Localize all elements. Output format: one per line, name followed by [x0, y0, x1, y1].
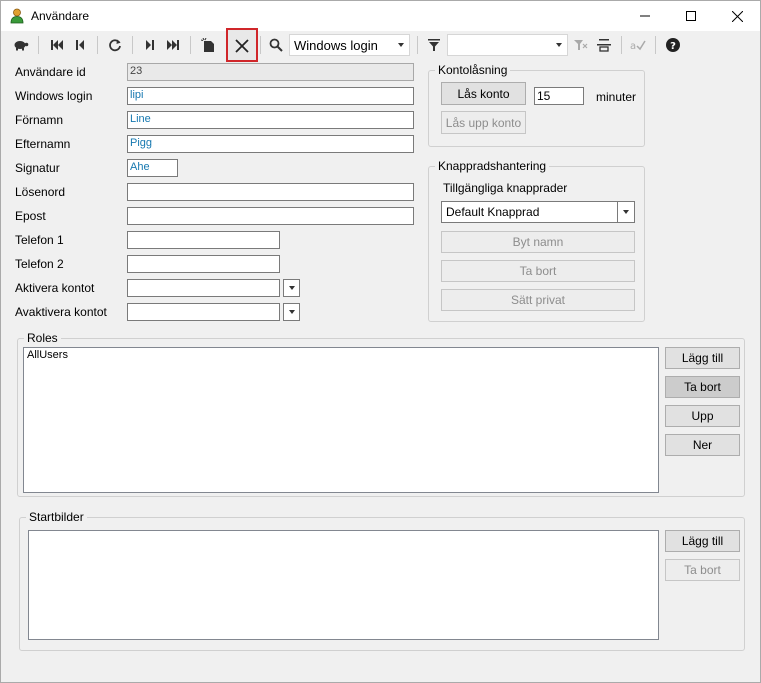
spell-check-icon: a: [630, 40, 646, 52]
strikethrough-icon: [597, 39, 611, 52]
turtle-button[interactable]: [10, 34, 32, 56]
activate-account-field[interactable]: [127, 279, 280, 297]
set-private-button[interactable]: Sätt privat: [441, 289, 635, 311]
label-deactivate-account: Avaktivera kontot: [15, 305, 107, 319]
chevron-down-icon: [288, 310, 295, 314]
signature-field[interactable]: Ahe: [127, 159, 178, 177]
turtle-icon: [14, 41, 29, 51]
label-first-name: Förnamn: [15, 113, 64, 127]
user-icon: [10, 8, 24, 24]
search-icon: [269, 38, 283, 52]
new-document-icon: [201, 37, 214, 52]
first-record-icon: [51, 40, 63, 50]
list-item[interactable]: AllUsers: [24, 348, 658, 362]
spell-check-button[interactable]: a: [627, 34, 649, 56]
unlock-account-button[interactable]: Lås upp konto: [441, 111, 526, 134]
svg-text:?: ?: [670, 41, 676, 52]
refresh-icon: [109, 39, 121, 52]
last-record-button[interactable]: [162, 34, 184, 56]
activate-date-dropdown[interactable]: [283, 279, 300, 297]
label-email: Epost: [15, 209, 46, 223]
help-icon: ?: [666, 38, 680, 52]
delete-record-button[interactable]: [226, 28, 258, 62]
label-activate-account: Aktivera kontot: [15, 281, 95, 295]
title-bar: Användare: [1, 1, 760, 31]
start-images-list[interactable]: [28, 530, 659, 640]
label-user-id: Användare id: [15, 65, 86, 79]
roles-list[interactable]: AllUsers: [23, 347, 659, 493]
filter-button[interactable]: [423, 34, 445, 56]
maximize-icon: [686, 11, 696, 21]
filter-icon: [428, 39, 440, 51]
minutes-label: minuter: [596, 90, 637, 104]
delete-button-row-button[interactable]: Ta bort: [441, 260, 635, 282]
clear-filter-button[interactable]: [570, 34, 592, 56]
phone-2-field[interactable]: [127, 255, 280, 273]
filter-select[interactable]: [447, 34, 568, 56]
button-row-select[interactable]: Default Knapprad: [441, 201, 635, 223]
last-record-icon: [167, 40, 179, 50]
remove-start-image-button[interactable]: Ta bort: [665, 559, 740, 581]
strikethrough-button[interactable]: [593, 34, 615, 56]
window-title: Användare: [31, 9, 90, 23]
move-up-button[interactable]: Upp: [665, 405, 740, 427]
user-window: Användare Windows login a ? Användare id…: [0, 0, 761, 683]
minimize-icon: [640, 15, 650, 17]
chevron-down-icon: [551, 35, 567, 55]
cross-icon: [235, 39, 249, 53]
start-images-title: Startbilder: [26, 510, 87, 524]
roles-title: Roles: [24, 331, 61, 345]
account-lock-title: Kontolåsning: [435, 63, 511, 77]
label-windows-login: Windows login: [15, 89, 93, 103]
add-start-image-button[interactable]: Lägg till: [665, 530, 740, 552]
first-name-field[interactable]: Line: [127, 111, 414, 129]
windows-login-field[interactable]: lipi: [127, 87, 414, 105]
previous-record-button[interactable]: [69, 34, 91, 56]
label-signature: Signatur: [15, 161, 60, 175]
maximize-button[interactable]: [668, 1, 714, 31]
help-button[interactable]: ?: [662, 34, 684, 56]
previous-record-icon: [76, 40, 84, 50]
password-field[interactable]: [127, 183, 414, 201]
rename-button[interactable]: Byt namn: [441, 231, 635, 253]
first-record-button[interactable]: [46, 34, 68, 56]
refresh-button[interactable]: [104, 34, 126, 56]
search-field-value: Windows login: [294, 37, 378, 53]
move-down-button[interactable]: Ner: [665, 434, 740, 456]
available-button-rows-label: Tillgängliga knapprader: [443, 181, 568, 195]
close-icon: [731, 10, 743, 22]
next-record-button[interactable]: [139, 34, 161, 56]
minimize-button[interactable]: [622, 1, 668, 31]
user-id-field: 23: [127, 63, 414, 81]
last-name-field[interactable]: Pigg: [127, 135, 414, 153]
search-button[interactable]: [265, 34, 287, 56]
svg-text:a: a: [630, 41, 636, 52]
remove-role-button[interactable]: Ta bort: [665, 376, 740, 398]
chevron-down-icon: [617, 202, 634, 222]
new-record-button[interactable]: [197, 34, 219, 56]
lock-account-button[interactable]: Lås konto: [441, 82, 526, 105]
button-row-value: Default Knapprad: [446, 205, 540, 219]
filter-clear-icon: [574, 40, 588, 50]
deactivate-account-field[interactable]: [127, 303, 280, 321]
chevron-down-icon: [288, 286, 295, 290]
next-record-icon: [146, 40, 154, 50]
deactivate-date-dropdown[interactable]: [283, 303, 300, 321]
search-field-select[interactable]: Windows login: [289, 34, 410, 56]
email-field[interactable]: [127, 207, 414, 225]
button-rows-title: Knappradshantering: [435, 159, 550, 173]
close-button[interactable]: [714, 1, 760, 31]
label-phone-2: Telefon 2: [15, 257, 64, 271]
phone-1-field[interactable]: [127, 231, 280, 249]
label-last-name: Efternamn: [15, 137, 71, 151]
label-phone-1: Telefon 1: [15, 233, 64, 247]
chevron-down-icon: [393, 35, 409, 55]
add-role-button[interactable]: Lägg till: [665, 347, 740, 369]
label-password: Lösenord: [15, 185, 66, 199]
lock-minutes-field[interactable]: 15: [534, 87, 584, 105]
